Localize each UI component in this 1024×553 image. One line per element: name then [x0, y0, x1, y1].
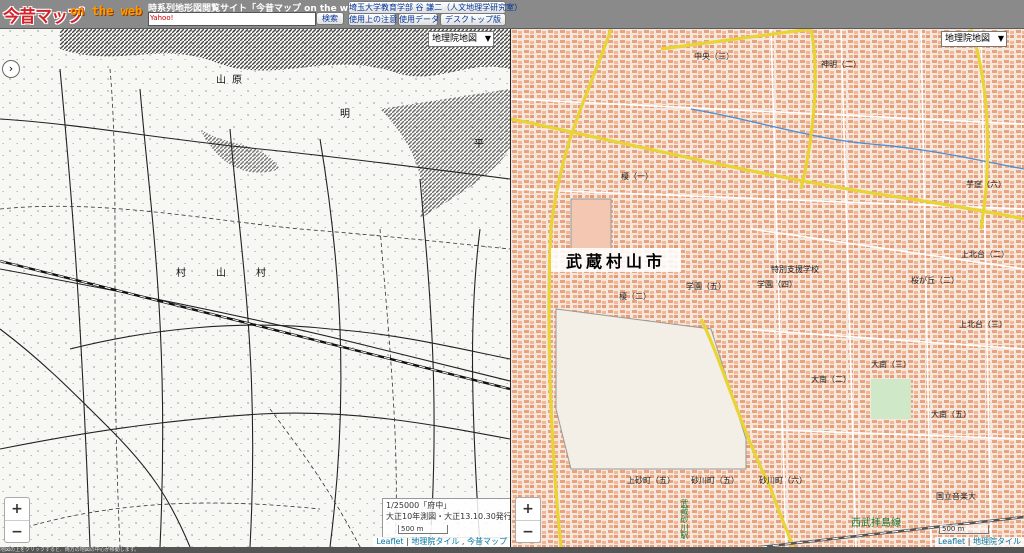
- footer-status: 地図の上をクリックすると、両方の地図の中心が移動します。: [0, 547, 1024, 553]
- district-label: 大南（五）: [931, 410, 971, 419]
- left-scale-bar: 500 m: [398, 525, 448, 534]
- district-label: 国立音楽大: [936, 492, 976, 501]
- right-layer-select[interactable]: 地理院地図 ▼: [941, 31, 1008, 47]
- map-label: 明: [340, 109, 350, 120]
- district-label: 神明（二）: [821, 60, 861, 69]
- desktop-version-button[interactable]: デスクトップ版: [440, 13, 506, 26]
- chevron-down-icon: ▼: [484, 34, 492, 43]
- district-label: 特別支援学校: [771, 265, 819, 274]
- left-attribution: Leaflet | 地理院タイル , 今昔マップ: [373, 537, 510, 547]
- gsi-tile-link[interactable]: 地理院タイル: [973, 537, 1021, 546]
- district-label: 上北台（二）: [961, 250, 1009, 259]
- left-zoom-in-button[interactable]: +: [5, 498, 29, 521]
- district-label: 砂川町（五）: [691, 476, 739, 485]
- railway-label: 西武拝島線: [851, 518, 901, 529]
- station-label: 武蔵砂川駅: [680, 499, 689, 539]
- chevron-down-icon: ▼: [997, 34, 1005, 43]
- district-label: 上砂町（五）: [627, 476, 675, 485]
- data-used-button[interactable]: 使用データ: [398, 13, 439, 26]
- district-label: 中央（三）: [694, 52, 734, 61]
- site-logo-sub: on the web: [70, 4, 143, 18]
- left-zoom-out-button[interactable]: −: [5, 521, 29, 543]
- usage-notes-button[interactable]: 使用上の注意: [348, 13, 397, 26]
- leaflet-link[interactable]: Leaflet: [938, 537, 965, 546]
- city-name-label: 武蔵村山市: [551, 248, 681, 272]
- old-topo-map: · ᵛ: [0, 29, 510, 547]
- right-layer-select-value: 地理院地図: [945, 34, 991, 44]
- district-label: 芋窪（六）: [966, 180, 1006, 189]
- district-label: 榎（二）: [619, 292, 651, 301]
- district-label: 榎（一）: [621, 172, 653, 181]
- map-label: 山: [216, 268, 226, 279]
- left-layer-select-value: 地理院地図: [432, 34, 478, 44]
- right-attribution: Leaflet | 地理院タイル: [934, 537, 1024, 547]
- district-label: 学園（五）: [686, 282, 726, 291]
- map-label: 平: [474, 139, 484, 150]
- district-label: 大南（三）: [871, 360, 911, 369]
- panel-toggle-arrow-icon[interactable]: ›: [2, 60, 20, 78]
- district-label: 学園（四）: [757, 280, 797, 289]
- search-button[interactable]: 検索: [316, 12, 344, 25]
- right-zoom-in-button[interactable]: +: [516, 498, 540, 521]
- district-label: 大南（二）: [811, 375, 851, 384]
- yahoo-search-badge: Yahoo!: [150, 13, 212, 23]
- district-label: 砂川町（六）: [759, 476, 807, 485]
- left-map-pane[interactable]: · ᵛ: [0, 29, 510, 547]
- district-label: 桜が丘（二）: [911, 276, 959, 285]
- map-label: 原: [232, 75, 242, 86]
- leaflet-link[interactable]: Leaflet: [376, 537, 403, 546]
- gsi-tile-link[interactable]: 地理院タイル: [411, 537, 459, 546]
- konjaku-link[interactable]: 今昔マップ: [467, 537, 507, 546]
- map-info-line: 大正10年測図・大正13.10.30発行: [386, 512, 510, 521]
- right-zoom-control: + −: [515, 497, 541, 543]
- district-label: 上北台（三）: [959, 320, 1007, 329]
- map-label: 村: [256, 268, 266, 279]
- map-info-line: 1/25000「府中」: [386, 501, 452, 510]
- left-zoom-control: + −: [4, 497, 30, 543]
- right-scale-bar: 500 m: [939, 525, 989, 534]
- map-label: 村: [176, 268, 186, 279]
- right-zoom-out-button[interactable]: −: [516, 521, 540, 543]
- map-label: 山: [216, 75, 226, 86]
- left-layer-select[interactable]: 地理院地図 ▼: [428, 31, 495, 47]
- right-map-pane[interactable]: 中央（三） 神明（二） 学園（五） 学園（四） 大南（二） 大南（三） 大南（五…: [511, 29, 1024, 547]
- top-toolbar: 今昔マップ on the web 時系列地形図閲覧サイト「今昔マップ on th…: [0, 0, 1024, 29]
